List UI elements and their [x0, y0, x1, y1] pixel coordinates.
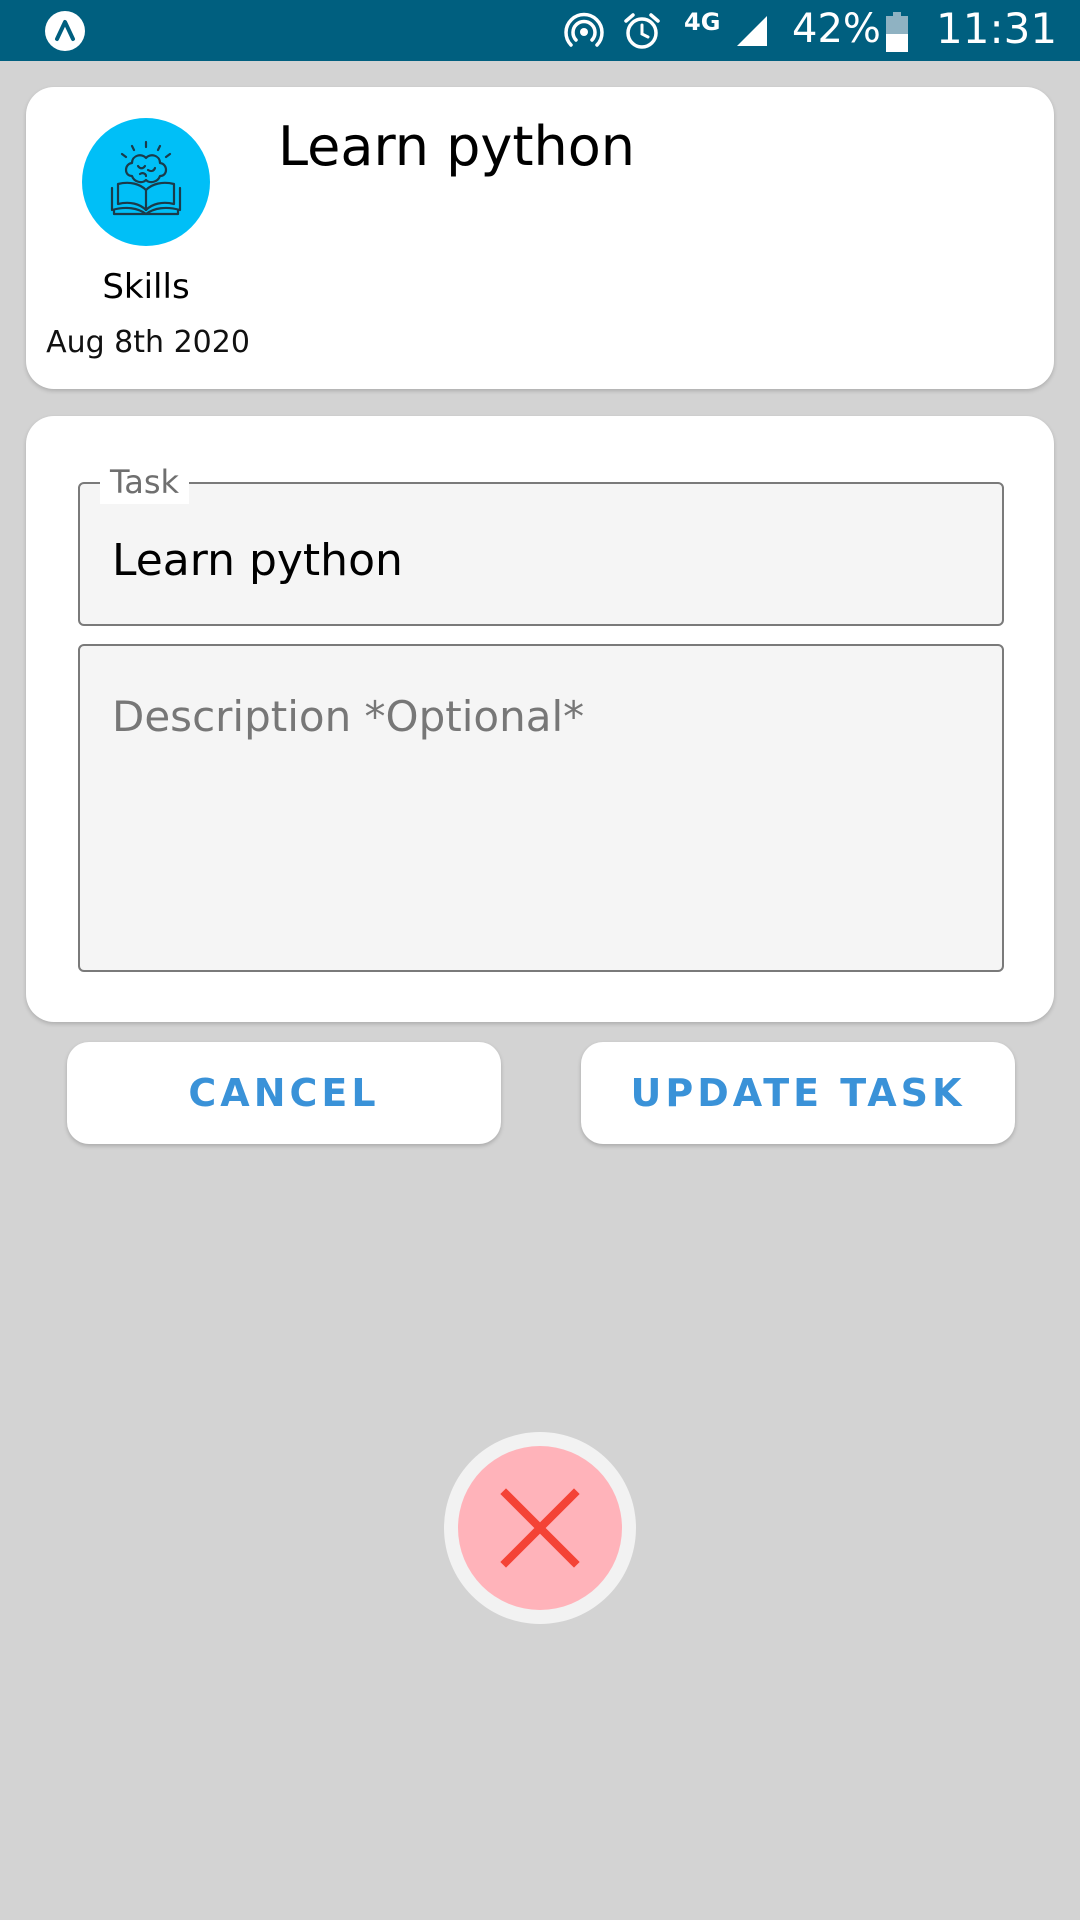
brain-book-icon	[110, 140, 182, 216]
task-form-card: Task	[26, 416, 1054, 1022]
category-avatar	[82, 118, 210, 246]
cancel-button[interactable]: CANCEL	[67, 1042, 501, 1144]
task-input[interactable]	[112, 528, 972, 592]
update-task-button[interactable]: UPDATE TASK	[581, 1042, 1015, 1144]
hotspot-icon	[564, 12, 604, 47]
task-header-card: Skills Aug 8th 2020 Learn python	[26, 87, 1054, 389]
network-type: 4G	[684, 8, 721, 36]
task-field-label: Task	[100, 460, 190, 504]
category-label: Skills	[102, 267, 190, 307]
clock: 11:31	[936, 4, 1058, 53]
battery-icon	[886, 12, 908, 52]
task-date: Aug 8th 2020	[46, 325, 250, 360]
description-input[interactable]	[112, 692, 972, 942]
task-title: Learn python	[278, 115, 635, 178]
close-icon	[500, 1488, 580, 1568]
status-bar: 4G 42% 11:31	[0, 0, 1080, 61]
alarm-icon	[624, 13, 660, 49]
description-field[interactable]	[78, 644, 1004, 972]
signal-icon	[737, 16, 767, 46]
app-logo-icon	[45, 11, 85, 51]
task-field[interactable]: Task	[78, 460, 1004, 626]
battery-percent: 42%	[792, 6, 881, 52]
edit-task-screen: 4G 42% 11:31 Skills Aug 8th 2020 Learn p…	[0, 0, 1080, 1920]
close-button-inner	[458, 1446, 622, 1610]
close-button[interactable]	[444, 1432, 636, 1624]
